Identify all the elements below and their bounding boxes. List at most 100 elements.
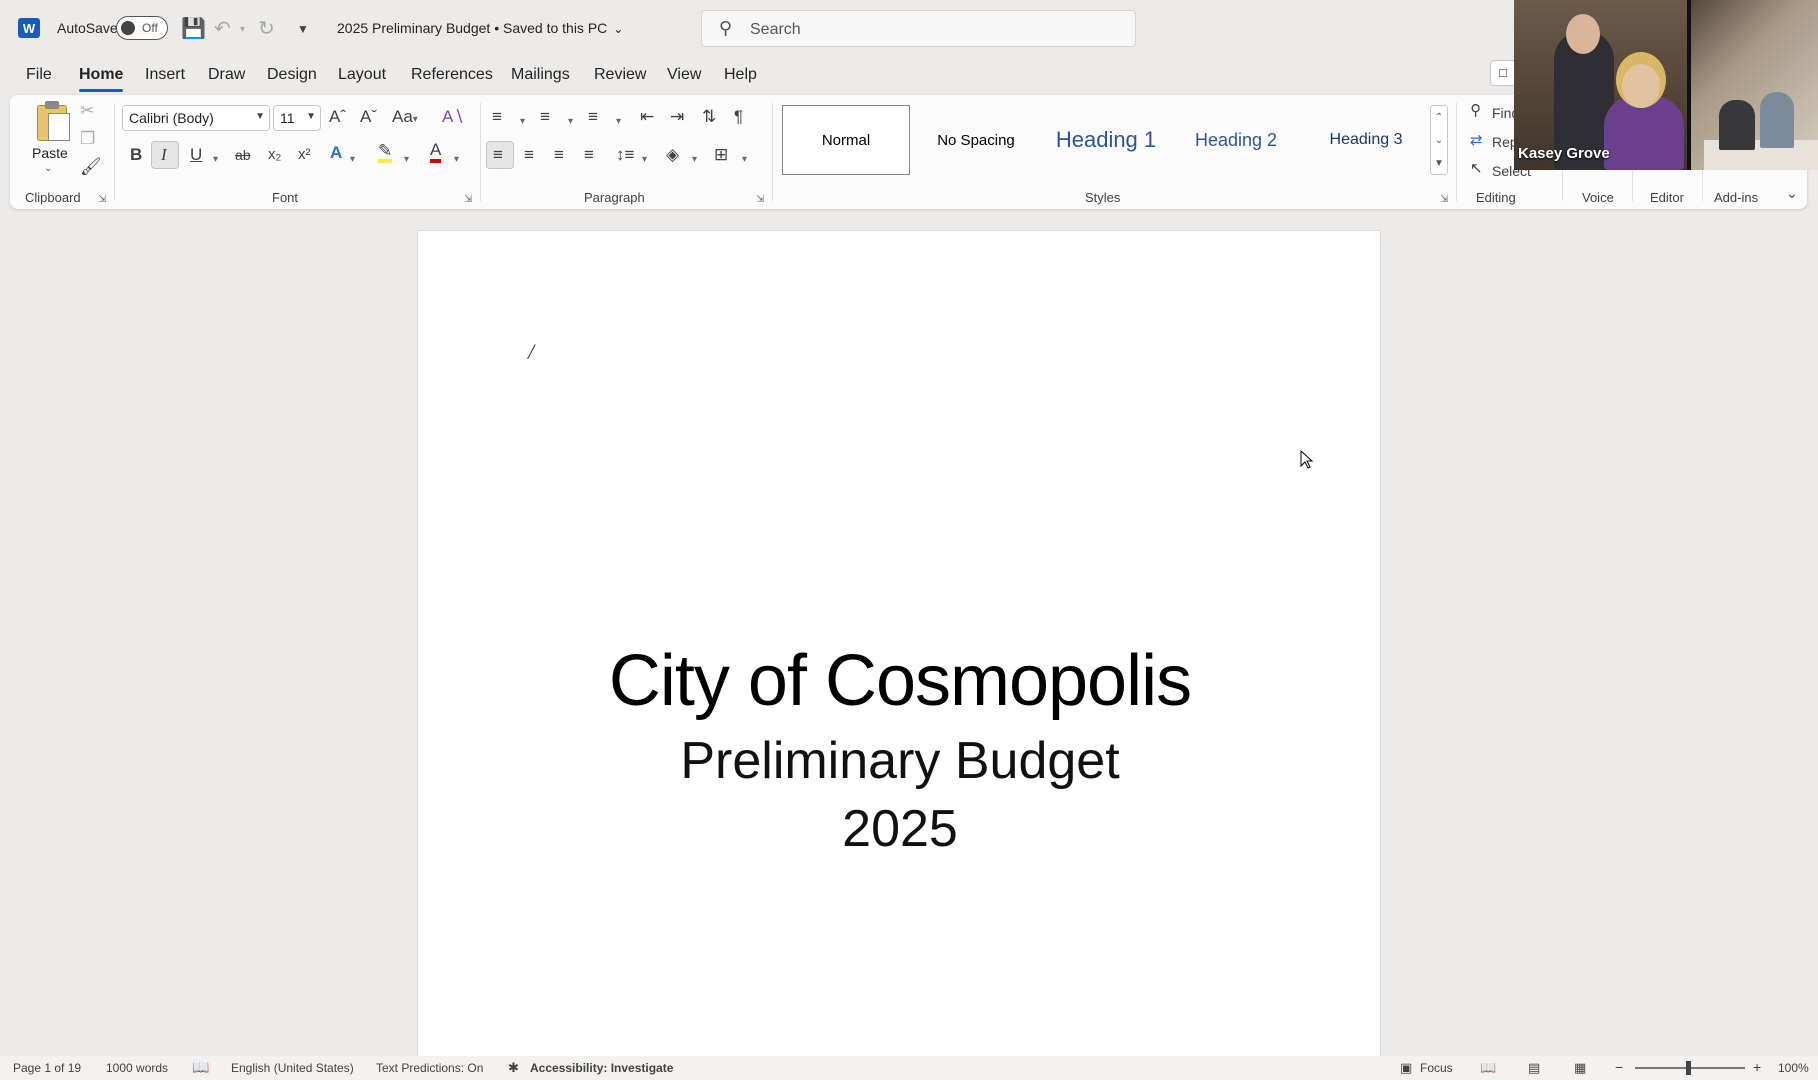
video-call-overlay[interactable]: Kasey Grove: [1514, 0, 1818, 170]
tab-view[interactable]: View: [667, 66, 701, 84]
paste-icon[interactable]: [34, 101, 72, 143]
multilevel-list-icon[interactable]: ≡: [588, 107, 598, 127]
accessibility-status[interactable]: Accessibility: Investigate: [530, 1061, 673, 1075]
search-box[interactable]: ⚲ Search: [701, 10, 1136, 47]
decrease-indent-icon[interactable]: ⇤: [640, 107, 654, 127]
font-color-dropdown-icon[interactable]: ▾: [454, 150, 459, 170]
clipboard-launcher-icon[interactable]: ⇲: [98, 194, 106, 205]
text-effects-icon[interactable]: A: [330, 143, 342, 163]
style-heading-2[interactable]: Heading 2: [1172, 105, 1300, 175]
highlight-icon[interactable]: ✎: [378, 142, 393, 163]
styles-launcher-icon[interactable]: ⇲: [1440, 194, 1448, 205]
text-predictions[interactable]: Text Predictions: On: [376, 1061, 483, 1075]
font-family-select[interactable]: Calibri (Body) ▼: [122, 105, 270, 131]
shading-dropdown-icon[interactable]: ▾: [692, 150, 697, 170]
line-spacing-icon[interactable]: ↕≡: [616, 145, 634, 165]
print-layout-icon[interactable]: ▤: [1528, 1060, 1540, 1076]
multilevel-dropdown-icon[interactable]: ▾: [616, 112, 621, 132]
ribbon-collapse-icon[interactable]: ⌄: [1786, 183, 1798, 203]
bold-icon[interactable]: B: [130, 145, 142, 165]
autosave-toggle[interactable]: Off: [116, 16, 168, 40]
web-layout-icon[interactable]: ▦: [1574, 1060, 1586, 1076]
borders-dropdown-icon[interactable]: ▾: [742, 150, 747, 170]
format-painter-icon[interactable]: 🖌: [80, 157, 102, 177]
styles-scroller[interactable]: ⌃ ⌄ ▼: [1430, 105, 1448, 175]
increase-indent-icon[interactable]: ⇥: [670, 107, 684, 127]
find-icon[interactable]: ⚲: [1470, 101, 1481, 121]
focus-label[interactable]: Focus: [1420, 1061, 1453, 1075]
undo-dropdown-icon[interactable]: ▾: [240, 24, 245, 35]
save-icon[interactable]: 💾: [181, 16, 206, 41]
tab-layout[interactable]: Layout: [338, 66, 386, 84]
focus-icon[interactable]: ▣: [1400, 1060, 1412, 1076]
font-size-select[interactable]: 11 ▼: [273, 105, 321, 131]
zoom-out-icon[interactable]: −: [1615, 1059, 1623, 1075]
grow-font-icon[interactable]: Aˆ: [329, 107, 346, 127]
tab-draw[interactable]: Draw: [208, 66, 245, 84]
tab-review[interactable]: Review: [594, 66, 646, 84]
style-normal[interactable]: Normal: [782, 105, 910, 175]
justify-icon[interactable]: ≡: [584, 145, 594, 165]
language[interactable]: English (United States): [231, 1061, 354, 1075]
read-mode-icon[interactable]: 📖: [1480, 1060, 1496, 1076]
bullets-icon[interactable]: ≡: [492, 107, 502, 127]
tab-help[interactable]: Help: [724, 66, 757, 84]
comments-button[interactable]: □: [1490, 60, 1516, 86]
bullets-dropdown-icon[interactable]: ▾: [520, 112, 525, 132]
paste-dropdown-icon[interactable]: ⌄: [44, 163, 52, 174]
document-page[interactable]: / City of Cosmopolis Preliminary Budget …: [417, 230, 1381, 1060]
font-color-icon[interactable]: A: [430, 141, 442, 163]
group-label-voice[interactable]: Voice: [1582, 190, 1614, 205]
zoom-slider-thumb[interactable]: [1686, 1061, 1691, 1075]
shrink-font-icon[interactable]: Aˇ: [360, 107, 377, 127]
align-center-icon[interactable]: ≡: [524, 145, 534, 165]
undo-icon[interactable]: ↶: [214, 16, 231, 41]
font-launcher-icon[interactable]: ⇲: [464, 194, 472, 205]
numbering-dropdown-icon[interactable]: ▾: [568, 112, 573, 132]
page-count[interactable]: Page 1 of 19: [13, 1061, 81, 1075]
group-label-editor[interactable]: Editor: [1650, 190, 1684, 205]
sort-icon[interactable]: ⇅: [702, 107, 716, 127]
underline-icon[interactable]: U: [190, 145, 202, 165]
numbering-icon[interactable]: ≡: [540, 107, 550, 127]
paragraph-launcher-icon[interactable]: ⇲: [756, 194, 764, 205]
style-heading-3[interactable]: Heading 3: [1302, 105, 1430, 175]
superscript-icon[interactable]: x²: [298, 145, 311, 165]
group-label-addins[interactable]: Add-ins: [1714, 190, 1758, 205]
clear-formatting-icon[interactable]: A∖: [442, 107, 464, 127]
strikethrough-icon[interactable]: ab: [235, 145, 251, 165]
style-no-spacing[interactable]: No Spacing: [912, 105, 1040, 175]
highlight-dropdown-icon[interactable]: ▾: [404, 150, 409, 170]
tab-file[interactable]: File: [26, 66, 52, 84]
select-icon[interactable]: ↖: [1470, 159, 1483, 179]
tab-insert[interactable]: Insert: [145, 66, 185, 84]
subscript-icon[interactable]: x₂: [268, 145, 281, 165]
tab-design[interactable]: Design: [267, 66, 317, 84]
tab-home[interactable]: Home: [79, 66, 124, 92]
text-effects-dropdown-icon[interactable]: ▾: [350, 150, 355, 170]
style-heading-1[interactable]: Heading 1: [1042, 105, 1170, 175]
chevron-down-icon[interactable]: ⌄: [1431, 129, 1447, 152]
document-title[interactable]: 2025 Preliminary Budget • Saved to this …: [337, 20, 623, 36]
align-right-icon[interactable]: ≡: [554, 145, 564, 165]
underline-dropdown-icon[interactable]: ▾: [213, 150, 218, 170]
accessibility-icon[interactable]: ✱: [508, 1060, 519, 1076]
borders-icon[interactable]: ⊞: [714, 145, 728, 165]
word-count[interactable]: 1000 words: [106, 1061, 168, 1075]
zoom-in-icon[interactable]: +: [1753, 1059, 1761, 1075]
proofing-icon[interactable]: 📖: [192, 1059, 209, 1076]
copy-icon[interactable]: ❐: [80, 129, 95, 149]
zoom-level[interactable]: 100%: [1778, 1061, 1809, 1075]
chevron-up-icon[interactable]: ⌃: [1431, 106, 1447, 129]
customize-toolbar-icon[interactable]: ▼: [297, 22, 309, 36]
tab-references[interactable]: References: [411, 66, 493, 84]
paste-label[interactable]: Paste: [32, 145, 68, 161]
show-formatting-icon[interactable]: ¶: [734, 107, 743, 127]
redo-icon[interactable]: ↻: [258, 16, 275, 41]
line-spacing-dropdown-icon[interactable]: ▾: [642, 150, 647, 170]
more-styles-icon[interactable]: ▼: [1431, 152, 1447, 175]
tab-mailings[interactable]: Mailings: [511, 66, 570, 84]
replace-icon[interactable]: ⇄: [1470, 131, 1483, 151]
cut-icon[interactable]: ✂: [80, 101, 94, 121]
change-case-icon[interactable]: Aa▾: [392, 107, 418, 130]
